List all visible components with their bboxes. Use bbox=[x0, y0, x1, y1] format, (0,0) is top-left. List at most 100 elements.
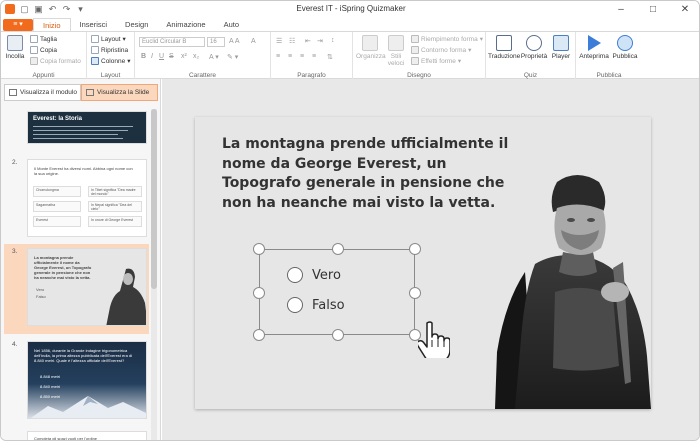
slide-thumbnail-3[interactable]: 3. La montagna prende ufficialmente il n… bbox=[4, 244, 149, 334]
italic-icon[interactable]: I bbox=[151, 53, 153, 60]
shape-fill-button[interactable]: Riempimento forma ▾ bbox=[411, 35, 483, 43]
thumbnail-option: Falso bbox=[36, 294, 46, 299]
align-left-icon[interactable]: ≡ bbox=[276, 53, 280, 60]
outline-icon bbox=[411, 46, 419, 54]
answer-option-vero[interactable]: Vero bbox=[287, 267, 341, 283]
tab-inserisci[interactable]: Inserisci bbox=[71, 18, 117, 31]
bullet-list-icon[interactable]: ☰ bbox=[276, 37, 282, 45]
radio-button[interactable] bbox=[287, 297, 303, 313]
tab-design[interactable]: Design bbox=[116, 18, 157, 31]
view-module-label: Visualizza il modulo bbox=[20, 89, 77, 96]
slide-thumbnail-4[interactable]: 4. Nel 1856, durante la Grande indagine … bbox=[4, 337, 149, 425]
quiz-group: Traduzione Proprietà Player Quiz bbox=[486, 32, 576, 80]
view-tabs: Visualizza il modulo Visualizza la Slide bbox=[4, 84, 158, 101]
layout-button[interactable]: Layout ▾ bbox=[91, 35, 126, 43]
shape-fill-label: Riempimento forma bbox=[421, 35, 478, 43]
answer-options-box[interactable]: Vero Falso bbox=[253, 243, 421, 341]
reset-button[interactable]: Ripristina bbox=[91, 46, 128, 54]
subscript-icon[interactable]: x₂ bbox=[193, 53, 199, 60]
slide-thumbnail-5[interactable]: Completa gli spazi vuoti per l'ordine bbox=[4, 427, 149, 440]
align-center-icon[interactable]: ≡ bbox=[288, 53, 292, 60]
numbered-list-icon[interactable]: ☷ bbox=[289, 37, 295, 45]
bold-icon[interactable]: B bbox=[141, 53, 146, 60]
font-grow-shrink-icon[interactable]: A A bbox=[229, 38, 240, 45]
resize-handle[interactable] bbox=[253, 287, 265, 299]
thumbnail-question: Il Monte Everest ha diversi nomi. Abbina… bbox=[34, 166, 133, 176]
tab-animazione[interactable]: Animazione bbox=[157, 18, 214, 31]
player-button[interactable]: Player bbox=[549, 35, 573, 60]
align-right-icon[interactable]: ≡ bbox=[300, 53, 304, 60]
ribbon: Incolla Taglia Copia Copia formato Appun… bbox=[1, 31, 699, 80]
columns-button[interactable]: Colonne ▾ bbox=[91, 57, 130, 65]
outdent-icon[interactable]: ⇥ bbox=[317, 37, 323, 45]
justify-icon[interactable]: ≡ bbox=[312, 53, 316, 60]
thumbnail-text-line bbox=[33, 134, 118, 135]
radio-button[interactable] bbox=[287, 267, 303, 283]
arrange-button[interactable]: Organizza bbox=[356, 35, 386, 60]
scrollbar-thumb[interactable] bbox=[151, 109, 157, 289]
resize-handle[interactable] bbox=[409, 287, 421, 299]
publish-button[interactable]: Pubblica bbox=[610, 35, 640, 60]
climber-photo[interactable] bbox=[495, 172, 651, 409]
answer-option-falso[interactable]: Falso bbox=[287, 297, 345, 313]
resize-handle[interactable] bbox=[332, 243, 344, 255]
reset-icon bbox=[91, 46, 99, 54]
minimize-button[interactable]: – bbox=[605, 1, 637, 18]
paste-button[interactable]: Incolla bbox=[4, 35, 26, 60]
slide-thumbnail-2[interactable]: 2. Il Monte Everest ha diversi nomi. Abb… bbox=[4, 155, 149, 241]
close-button[interactable]: ✕ bbox=[669, 1, 699, 18]
chevron-down-icon: ▾ bbox=[122, 36, 126, 43]
slide-canvas[interactable]: La montagna prende ufficialmente il nome… bbox=[195, 117, 651, 409]
underline-icon[interactable]: U bbox=[159, 53, 164, 60]
match-left-item: Everest bbox=[33, 216, 81, 227]
layout-label: Layout bbox=[101, 35, 121, 43]
player-icon bbox=[553, 35, 569, 51]
maximize-button[interactable]: □ bbox=[637, 1, 669, 18]
columns-label: Colonne bbox=[101, 57, 126, 65]
shape-outline-button[interactable]: Contorno forma ▾ bbox=[411, 46, 471, 54]
quiz-group-label: Quiz bbox=[523, 72, 538, 79]
font-size-select[interactable]: 16 bbox=[207, 37, 225, 47]
shape-effects-button[interactable]: Effetti forme ▾ bbox=[411, 57, 461, 65]
reset-label: Ripristina bbox=[101, 46, 129, 54]
preview-button[interactable]: Anteprima bbox=[579, 35, 609, 60]
indent-icon[interactable]: ⇤ bbox=[305, 37, 311, 45]
thumbnail-question: La montagna prende ufficialmente il nome… bbox=[34, 255, 92, 280]
copy-button[interactable]: Copia bbox=[30, 46, 57, 54]
tab-auto[interactable]: Auto bbox=[215, 18, 248, 31]
format-painter-label: Copia formato bbox=[40, 57, 81, 65]
paragraph-group: ☰ ☷ ⇤ ⇥ ↕ ≡ ≡ ≡ ≡ ⇅ Paragrafo bbox=[271, 32, 353, 80]
chevron-down-icon: ▾ bbox=[479, 36, 483, 43]
slide-thumbnail-1[interactable]: Everest: la Storia bbox=[4, 109, 149, 153]
resize-handle[interactable] bbox=[409, 243, 421, 255]
superscript-icon[interactable]: x² bbox=[181, 53, 187, 60]
resize-handle[interactable] bbox=[332, 329, 344, 341]
file-menu-button[interactable]: ≡ ▾ bbox=[3, 19, 33, 31]
clear-format-icon[interactable]: A bbox=[251, 38, 256, 45]
view-module-tab[interactable]: Visualizza il modulo bbox=[4, 84, 81, 101]
format-painter-button[interactable]: Copia formato bbox=[30, 57, 81, 65]
strikethrough-icon[interactable]: S bbox=[169, 53, 174, 60]
text-direction-icon[interactable]: ⇅ bbox=[327, 53, 333, 61]
resize-handle[interactable] bbox=[253, 329, 265, 341]
match-left-item: Chomolungma bbox=[33, 186, 81, 197]
font-family-select[interactable]: Euclid Circular B bbox=[139, 37, 205, 47]
font-color-icon[interactable]: A ▾ bbox=[209, 53, 219, 61]
slide-list-panel: Visualizza il modulo Visualizza la Slide… bbox=[1, 79, 161, 440]
properties-button[interactable]: Proprietà bbox=[520, 35, 548, 60]
quick-styles-button[interactable]: Stili veloci bbox=[385, 35, 407, 67]
effects-icon bbox=[411, 57, 419, 65]
resize-handle[interactable] bbox=[253, 243, 265, 255]
slide-question-text[interactable]: La montagna prende ufficialmente il nome… bbox=[222, 135, 522, 213]
translation-button[interactable]: Traduzione bbox=[488, 35, 520, 60]
slide-list-scrollbar[interactable] bbox=[151, 109, 157, 440]
brush-icon bbox=[30, 57, 38, 65]
line-spacing-icon[interactable]: ↕ bbox=[331, 37, 335, 44]
highlight-icon[interactable]: ✎ ▾ bbox=[227, 53, 238, 61]
paragraph-group-label: Paragrafo bbox=[297, 72, 326, 79]
tab-inizio[interactable]: Inizio bbox=[33, 18, 71, 31]
font-group: Euclid Circular B 16 A A A B I U S x² x₂… bbox=[135, 32, 271, 80]
view-slide-tab[interactable]: Visualizza la Slide bbox=[81, 84, 158, 101]
cut-button[interactable]: Taglia bbox=[30, 35, 57, 43]
slide-view-icon bbox=[86, 89, 94, 96]
